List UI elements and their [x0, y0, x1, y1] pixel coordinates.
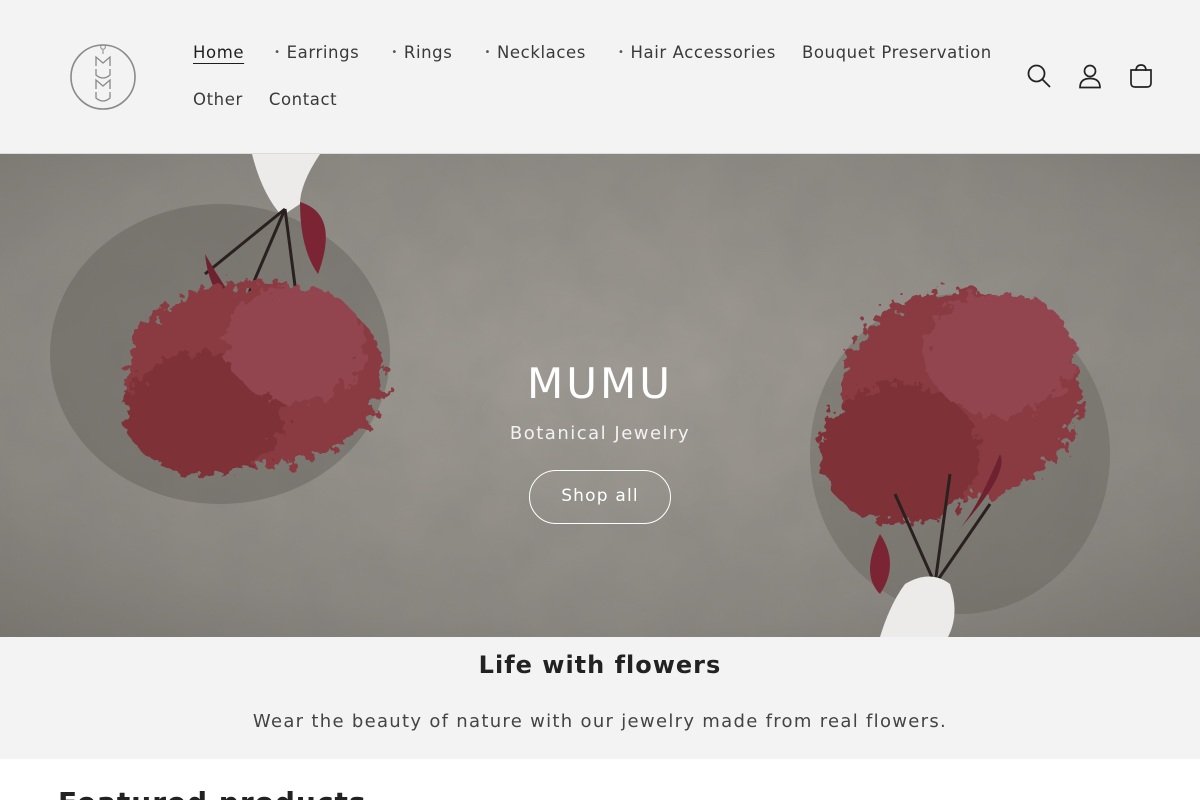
intro-title: Life with flowers	[478, 651, 722, 679]
cart-icon	[1130, 64, 1152, 88]
nav-item-label: Contact	[268, 90, 338, 109]
hero-banner: MUMU Botanical Jewelry Shop all	[0, 154, 1200, 637]
nav-item-label: Home	[193, 43, 245, 62]
intro-section: Life with flowers Wear the beauty of nat…	[0, 637, 1200, 759]
hero-content: MUMU Botanical Jewelry Shop all	[0, 359, 1200, 524]
nav-item-necklaces[interactable]: • Necklaces	[471, 30, 599, 76]
nav-item-contact[interactable]: Contact	[256, 77, 350, 123]
nav-item-label: Rings	[403, 43, 453, 62]
nav-item-label: Other	[193, 90, 243, 109]
nav-item-earrings[interactable]: • Earrings	[261, 30, 372, 76]
shop-all-button[interactable]: Shop all	[529, 470, 671, 524]
nav-row-primary: Home • Earrings • Rings • Necklaces • Hair A…	[180, 30, 991, 76]
nav-item-rings[interactable]: • Rings	[378, 30, 465, 76]
nav-item-home[interactable]: Home	[180, 30, 257, 76]
search-icon	[1027, 64, 1051, 88]
cart-button[interactable]	[1126, 58, 1156, 94]
nav-item-label: Earrings	[286, 43, 360, 62]
featured-title: Featured products	[58, 786, 367, 800]
bullet: •	[618, 47, 625, 58]
bullet: •	[484, 47, 491, 58]
nav-item-label: Bouquet Preservation	[801, 43, 992, 62]
header-icons	[1024, 58, 1156, 94]
nav-item-label: Necklaces	[496, 43, 586, 62]
main-nav: Home • Earrings • Rings • Necklaces • Hair A…	[180, 30, 991, 123]
brand-logo[interactable]	[69, 42, 137, 110]
search-button[interactable]	[1024, 58, 1054, 94]
account-button[interactable]	[1075, 58, 1105, 94]
site-header: Home • Earrings • Rings • Necklaces • Hair A…	[0, 0, 1200, 154]
featured-section: Featured products	[0, 759, 1200, 800]
account-icon	[1079, 64, 1101, 89]
intro-text: Wear the beauty of nature with our jewel…	[252, 711, 948, 732]
hero-title: MUMU	[527, 359, 673, 408]
logo-icon	[70, 44, 136, 110]
hero-subtitle: Botanical Jewelry	[509, 423, 691, 444]
nav-item-label: Hair Accessories	[630, 43, 776, 62]
nav-row-secondary: Other Contact	[180, 77, 980, 123]
nav-item-bouquet-preservation[interactable]: Bouquet Preservation	[789, 30, 1005, 76]
bullet: •	[274, 47, 281, 58]
nav-item-other[interactable]: Other	[180, 77, 256, 123]
nav-item-hair-accessories[interactable]: • Hair Accessories	[605, 30, 789, 76]
bullet: •	[391, 47, 398, 58]
